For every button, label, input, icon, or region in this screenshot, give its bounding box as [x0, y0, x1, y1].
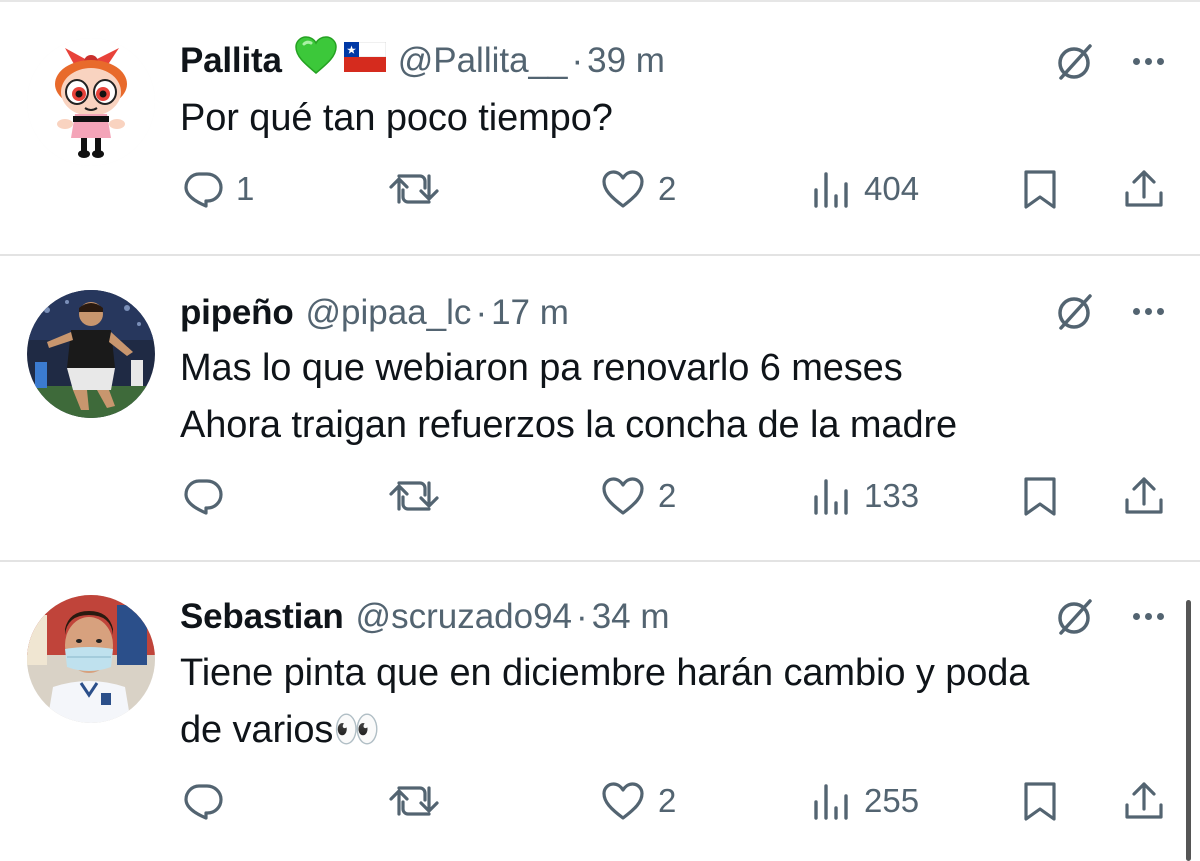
display-name[interactable]: Sebastian	[180, 594, 344, 640]
reply-count: 1	[236, 170, 255, 207]
tweet-text: Tiene pinta que en diciembre harán cambi…	[180, 645, 1170, 759]
chile-flag-icon	[343, 38, 387, 84]
like-count: 2	[658, 782, 677, 819]
views-icon	[814, 784, 848, 820]
bookmark-icon	[1024, 782, 1056, 821]
action-bar: 2 255	[0, 776, 1200, 826]
avatar[interactable]	[27, 595, 155, 723]
views-icon	[814, 479, 848, 515]
views-count: 133	[864, 477, 920, 514]
grok-icon[interactable]	[1052, 40, 1098, 86]
views-button[interactable]: 133	[812, 471, 919, 521]
tweet-text-line: Mas lo que webiaron pa renovarlo 6 meses	[180, 347, 903, 389]
views-icon	[814, 172, 848, 208]
like-button[interactable]: 2	[600, 471, 676, 521]
scrollbar[interactable]	[1186, 600, 1191, 861]
bookmark-icon	[1024, 170, 1056, 209]
share-icon	[1125, 477, 1163, 514]
timestamp[interactable]: 17 m	[491, 290, 569, 336]
tweet-text-line: Tiene pinta que en diciembre harán cambi…	[180, 652, 1030, 694]
like-icon	[602, 170, 644, 208]
tweet-text-line: Ahora traigan refuerzos la concha de la …	[180, 404, 958, 446]
retweet-button[interactable]	[388, 164, 440, 214]
tweet-header: pipeño @pipaa_lc · 17 m	[180, 290, 569, 336]
like-count: 2	[658, 170, 677, 207]
like-icon	[602, 477, 644, 515]
reply-icon	[184, 479, 223, 515]
views-count: 255	[864, 782, 920, 819]
top-divider	[0, 0, 1200, 2]
retweet-icon	[389, 786, 439, 816]
share-icon	[1125, 170, 1163, 207]
masked-man-avatar-icon	[27, 595, 155, 723]
reply-button[interactable]	[182, 471, 224, 521]
views-button[interactable]: 404	[812, 164, 919, 214]
tweet-header: Sebastian @scruzado94 · 34 m	[180, 594, 670, 640]
more-icon[interactable]	[1125, 38, 1171, 84]
like-icon	[602, 782, 644, 820]
display-name[interactable]: Pallita	[180, 38, 282, 84]
more-icon[interactable]	[1125, 593, 1171, 639]
action-bar: 2 133	[0, 471, 1200, 521]
timestamp[interactable]: 39 m	[587, 38, 665, 84]
reply-button[interactable]	[182, 776, 224, 826]
bookmark-button[interactable]	[1020, 471, 1060, 521]
share-icon	[1125, 782, 1163, 819]
retweet-button[interactable]	[388, 471, 440, 521]
tweet-text: Por qué tan poco tiempo?	[180, 90, 1170, 147]
retweet-icon	[389, 481, 439, 511]
retweet-button[interactable]	[388, 776, 440, 826]
like-button[interactable]: 2	[600, 164, 676, 214]
grok-icon[interactable]	[1052, 290, 1098, 336]
player-avatar-icon	[27, 290, 155, 418]
tweet-header: Pallita @Pallita__ · 39 m	[180, 35, 665, 87]
timestamp[interactable]: 34 m	[592, 594, 670, 640]
separator-dot: ·	[571, 41, 584, 80]
grok-icon[interactable]	[1052, 595, 1098, 641]
bookmark-icon	[1024, 477, 1056, 516]
share-button[interactable]	[1122, 164, 1166, 214]
tweet-text: Mas lo que webiaron pa renovarlo 6 meses…	[180, 340, 1170, 454]
display-name[interactable]: pipeño	[180, 290, 294, 336]
views-button[interactable]: 255	[812, 776, 919, 826]
reply-feed: Pallita @Pallita__ · 39 m Por qué tan po…	[0, 0, 1200, 861]
handle[interactable]: @Pallita__	[398, 38, 568, 84]
retweet-icon	[389, 174, 439, 204]
share-button[interactable]	[1122, 776, 1166, 826]
separator-dot: ·	[576, 597, 588, 636]
reply-icon	[184, 784, 223, 820]
tweet-text-line: Por qué tan poco tiempo?	[180, 97, 613, 139]
tweet-text-line: de varios👀	[180, 709, 381, 751]
like-count: 2	[658, 477, 677, 514]
avatar[interactable]	[27, 290, 155, 418]
handle[interactable]: @pipaa_lc	[306, 290, 472, 336]
bookmark-button[interactable]	[1020, 776, 1060, 826]
green-heart-icon	[294, 35, 338, 87]
blossom-avatar-icon	[27, 38, 155, 166]
handle[interactable]: @scruzado94	[356, 594, 572, 640]
more-icon[interactable]	[1125, 288, 1171, 334]
tweet-divider	[0, 254, 1200, 256]
action-bar: 1 2 404	[0, 164, 1200, 214]
separator-dot: ·	[475, 293, 488, 332]
reply-button[interactable]: 1	[182, 164, 254, 214]
like-button[interactable]: 2	[600, 776, 676, 826]
views-count: 404	[864, 170, 920, 207]
bookmark-button[interactable]	[1020, 164, 1060, 214]
share-button[interactable]	[1122, 471, 1166, 521]
avatar[interactable]	[27, 38, 155, 166]
reply-icon	[184, 172, 223, 208]
tweet-divider	[0, 560, 1200, 562]
